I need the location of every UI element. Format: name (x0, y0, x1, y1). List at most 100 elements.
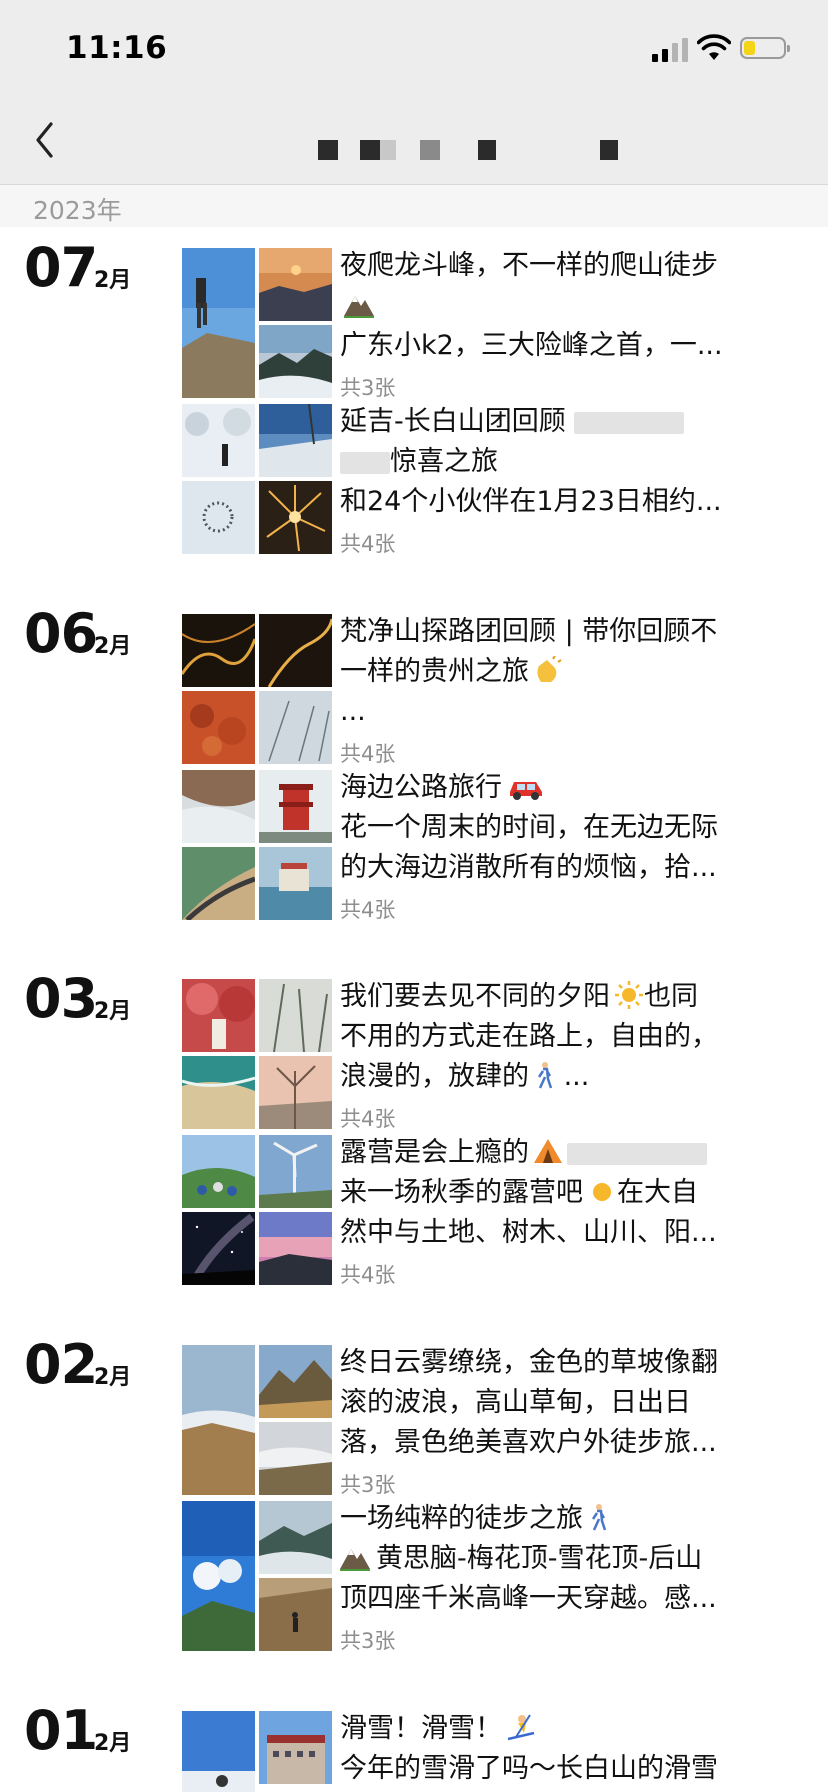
photo-thumbnail[interactable] (182, 1056, 255, 1129)
post-line: 滑雪！滑雪！ (340, 1711, 802, 1749)
photo-thumbnail[interactable] (259, 770, 332, 843)
photo-count: 共4张 (340, 898, 396, 922)
post-line: 的大海边消散所有的烦恼，拾... (340, 852, 717, 883)
post-line: 和24个小伙伴在1月23日相约... (340, 486, 722, 517)
photo-thumbnail[interactable] (259, 1422, 332, 1495)
photo-thumbnail[interactable] (259, 1135, 332, 1208)
photo-grid (182, 1711, 332, 1792)
post-line: 浪漫的，放肆的 ... (340, 1061, 590, 1092)
photo-thumbnail[interactable] (182, 691, 255, 764)
photo-thumbnail[interactable] (259, 847, 332, 920)
moment-post[interactable]: 一场纯粹的徒步之旅 黄思脑-梅花顶-雪花顶-后山 顶四座千米高峰一天穿越。感..… (182, 1499, 802, 1653)
day-number: 06 (24, 602, 98, 665)
back-chevron-icon[interactable] (28, 118, 68, 162)
post-line: 来一场秋季的露营吧 在大自 (340, 1177, 698, 1208)
photo-thumbnail[interactable] (259, 614, 332, 687)
month-label: 2月 (94, 1731, 132, 1756)
photo-thumbnail[interactable] (259, 481, 332, 554)
post-line: 黄思脑-梅花顶-雪花顶-后山 (340, 1539, 802, 1579)
photo-thumbnail[interactable] (259, 979, 332, 1052)
post-line: 广东小k2，三大险峰之首，一... (340, 330, 723, 361)
photo-thumbnail[interactable] (182, 847, 255, 920)
photo-thumbnail[interactable] (259, 1056, 332, 1129)
photo-count: 共4张 (340, 1263, 396, 1287)
year-section-header: 2023年 (0, 185, 828, 227)
post-text: 我们要去见不同的夕阳 也同 不用的方式走在路上，自由的， 浪漫的，放肆的 ... (340, 977, 802, 1097)
car-emoji-icon (510, 782, 542, 800)
photo-thumbnail[interactable] (182, 1711, 255, 1792)
post-line: 不用的方式走在路上，自由的， (340, 1021, 718, 1052)
moment-post[interactable]: 夜爬龙斗峰，不一样的爬山徒步 广东小k2，三大险峰之首，一... 共3张 (182, 248, 802, 400)
post-text: 一场纯粹的徒步之旅 黄思脑-梅花顶-雪花顶-后山 顶四座千米高峰一天穿越。感..… (340, 1499, 802, 1619)
photo-count: 共4张 (340, 1107, 396, 1131)
post-line: ... (340, 696, 366, 727)
nav-bar (0, 100, 828, 185)
post-line: 今年的雪滑了吗～长白山的滑雪 (340, 1753, 718, 1784)
photo-thumbnail[interactable] (259, 1711, 332, 1784)
photo-thumbnail[interactable] (182, 770, 255, 843)
redacted-block (340, 451, 390, 474)
photo-thumbnail[interactable] (182, 614, 255, 687)
mountain-emoji-icon (344, 296, 374, 318)
photo-thumbnail[interactable] (182, 248, 255, 398)
moment-post[interactable]: 露营是会上瘾的 来一场秋季的露营吧 在大自 然中与土地、树木、山川、阳... 共4… (182, 1133, 802, 1287)
photo-thumbnail[interactable] (259, 1212, 332, 1285)
battery-icon (740, 37, 790, 59)
tent-emoji-icon (534, 1139, 562, 1163)
post-line: 滚的波浪，高山草甸，日出日 (340, 1387, 691, 1418)
post-text: 滑雪！滑雪！ 今年的雪滑了吗～长白山的滑雪 (340, 1711, 802, 1789)
photo-thumbnail[interactable] (259, 404, 332, 477)
photo-grid (182, 1135, 332, 1285)
photo-count: 共4张 (340, 742, 396, 766)
photo-thumbnail[interactable] (182, 979, 255, 1052)
post-line: 一场纯粹的徒步之旅 (340, 1499, 802, 1539)
photo-thumbnail[interactable] (259, 1501, 332, 1574)
cellular-signal-icon (652, 38, 690, 62)
status-time: 11:16 (66, 30, 168, 66)
photo-thumbnail[interactable] (259, 325, 332, 398)
post-text: 延吉-长白山团回顾 惊喜之旅 和24个小伙伴在1月23日相约... (340, 402, 802, 522)
photo-count: 共3张 (340, 1629, 396, 1653)
photo-thumbnail[interactable] (182, 1212, 255, 1285)
photo-thumbnail[interactable] (182, 1135, 255, 1208)
photo-thumbnail[interactable] (182, 1345, 255, 1495)
photo-thumbnail[interactable] (182, 1501, 255, 1651)
post-line: 露营是会上瘾的 (340, 1133, 802, 1173)
moment-post[interactable]: 延吉-长白山团回顾 惊喜之旅 和24个小伙伴在1月23日相约... 共4张 (182, 402, 802, 556)
moment-post[interactable]: 海边公路旅行 花一个周末的时间，在无边无际 的大海边消散所有的烦恼，拾... 共… (182, 768, 802, 922)
post-line: 梵净山探路团回顾 | 带你回顾不 (340, 616, 718, 647)
photo-thumbnail[interactable] (259, 1345, 332, 1418)
month-label: 2月 (94, 634, 132, 659)
moment-post[interactable]: 终日云雾缭绕，金色的草坡像翻 滚的波浪，高山草甸，日出日 落，景色绝美喜欢户外徒… (182, 1345, 802, 1497)
photo-thumbnail[interactable] (259, 691, 332, 764)
photo-thumbnail[interactable] (259, 1578, 332, 1651)
photo-count: 共4张 (340, 532, 396, 556)
redacted-block (574, 411, 685, 434)
sun-emoji-icon (615, 981, 643, 1009)
post-text: 露营是会上瘾的 来一场秋季的露营吧 在大自 然中与土地、树木、山川、阳... (340, 1133, 802, 1253)
wifi-icon (697, 34, 731, 60)
photo-grid (182, 1345, 332, 1495)
post-line: 夜爬龙斗峰，不一样的爬山徒步 (340, 250, 718, 281)
post-text: 海边公路旅行 花一个周末的时间，在无边无际 的大海边消散所有的烦恼，拾... (340, 768, 802, 888)
photo-thumbnail[interactable] (259, 248, 332, 321)
post-line: 花一个周末的时间，在无边无际 (340, 812, 718, 843)
moment-post[interactable]: 我们要去见不同的夕阳 也同 不用的方式走在路上，自由的， 浪漫的，放肆的 ... … (182, 977, 802, 1131)
photo-grid (182, 404, 332, 554)
redacted-block (567, 1142, 707, 1165)
day-number: 02 (24, 1333, 98, 1396)
month-label: 2月 (94, 268, 132, 293)
photo-thumbnail[interactable] (182, 404, 255, 477)
photo-count: 共3张 (340, 1473, 396, 1497)
sun-emoji-icon (593, 1183, 611, 1201)
post-line: 终日云雾缭绕，金色的草坡像翻 (340, 1347, 718, 1378)
photo-grid (182, 979, 332, 1129)
moment-post[interactable]: 梵净山探路团回顾 | 带你回顾不 一样的贵州之旅 ... 共4张 (182, 614, 802, 766)
post-line: 我们要去见不同的夕阳 也同 (340, 981, 698, 1012)
month-label: 2月 (94, 999, 132, 1024)
photo-thumbnail[interactable] (182, 481, 255, 554)
post-line: 海边公路旅行 (340, 768, 802, 808)
moment-post[interactable]: 滑雪！滑雪！ 今年的雪滑了吗～长白山的滑雪 (182, 1711, 802, 1792)
month-label: 2月 (94, 1365, 132, 1390)
photo-grid (182, 614, 332, 764)
